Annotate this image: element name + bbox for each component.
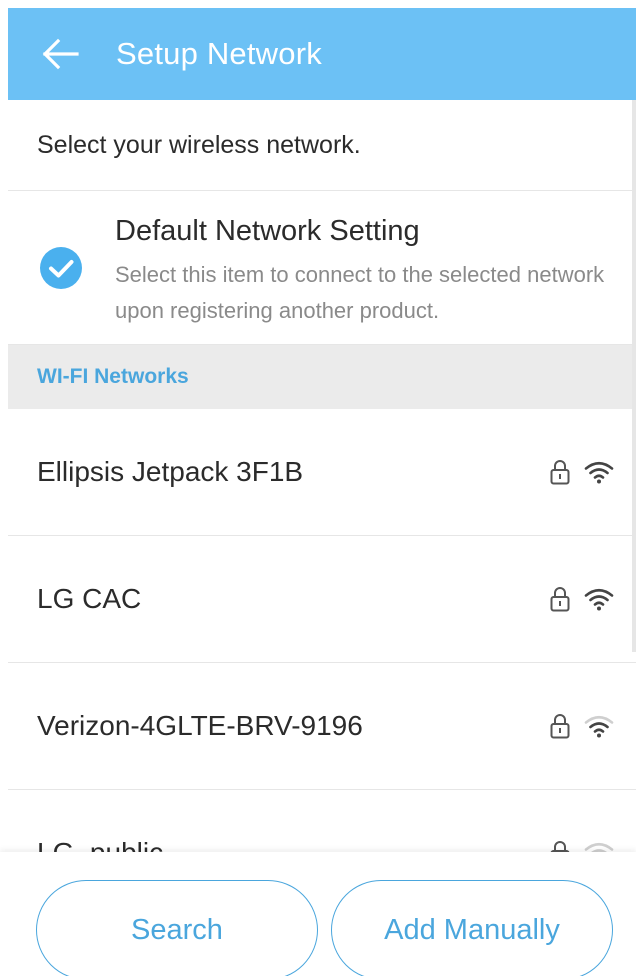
lock-icon	[550, 841, 570, 852]
wifi-signal-medium-icon	[584, 715, 614, 738]
network-name: Verizon-4GLTE-BRV-9196	[37, 710, 363, 741]
instruction-text: Select your wireless network.	[8, 100, 636, 191]
network-row[interactable]: Verizon-4GLTE-BRV-9196	[8, 663, 636, 790]
network-name: LG_public	[37, 837, 163, 852]
checkmark-circle-icon[interactable]	[40, 247, 82, 289]
network-row[interactable]: LG_public	[8, 790, 636, 852]
network-list-container[interactable]: Select your wireless network. Default Ne…	[8, 100, 636, 852]
app-bar: Setup Network	[8, 8, 636, 100]
page-title: Setup Network	[116, 36, 322, 71]
search-button[interactable]: Search	[36, 880, 318, 976]
lock-icon	[550, 714, 570, 739]
arrow-left-icon	[42, 38, 79, 70]
network-name: LG CAC	[37, 583, 142, 614]
wifi-signal-full-icon	[584, 461, 614, 484]
network-row[interactable]: Ellipsis Jetpack 3F1B	[8, 409, 636, 536]
lock-icon	[550, 460, 570, 485]
default-network-setting-item[interactable]: Default Network Setting Select this item…	[8, 191, 636, 345]
network-row[interactable]: LG CAC	[8, 536, 636, 663]
back-button[interactable]	[28, 8, 92, 100]
default-setting-description: Select this item to connect to the selec…	[115, 262, 605, 323]
lock-icon	[550, 587, 570, 612]
wifi-signal-full-icon	[584, 588, 614, 611]
wifi-signal-low-icon	[584, 842, 614, 852]
add-manually-button[interactable]: Add Manually	[331, 880, 613, 976]
network-name: Ellipsis Jetpack 3F1B	[37, 456, 304, 487]
default-setting-title: Default Network Setting	[115, 215, 420, 247]
wifi-networks-header: WI-FI Networks	[8, 345, 636, 409]
bottom-action-bar: Search Add Manually	[0, 852, 636, 976]
